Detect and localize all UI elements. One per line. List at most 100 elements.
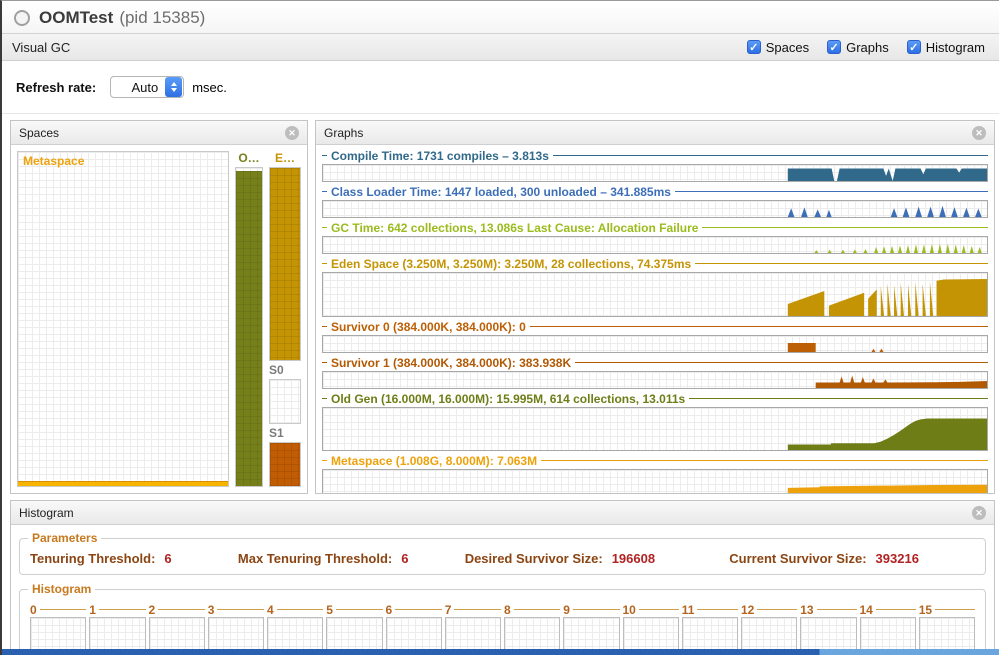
survivor-0-title: Survivor 0 (384.000K, 384.000K): 0 xyxy=(322,320,988,333)
graphs-panel-header: Graphs ✕ xyxy=(316,121,994,145)
graphs-panel: Graphs ✕ Compile Time: 1731 compiles – 3… xyxy=(315,120,995,494)
bin-label: 11 xyxy=(682,603,695,617)
survivor-0-chart xyxy=(322,335,988,353)
border-line xyxy=(876,609,916,610)
bin-label: 13 xyxy=(800,603,813,617)
metaspace-title: Metaspace (1.008G, 8.000M): 7.063M xyxy=(322,454,988,467)
graphs-close-icon[interactable]: ✕ xyxy=(972,126,986,140)
border-line xyxy=(702,227,988,228)
histogram-bin-4: 4 xyxy=(267,602,323,655)
eden-space-fill xyxy=(270,168,300,360)
metaspace-space-label: Metaspace xyxy=(23,154,84,168)
metaspace-block: Metaspace (1.008G, 8.000M): 7.063M xyxy=(322,454,988,493)
bin-title: 11 xyxy=(682,602,738,617)
parameter-current-survivor-size: Current Survivor Size:393216 xyxy=(729,551,919,566)
s1-space-label: S1 xyxy=(269,426,301,440)
toggle-graphs[interactable]: ✓Graphs xyxy=(827,40,889,55)
checkbox-icon[interactable]: ✓ xyxy=(907,40,921,54)
compile-time-title: Compile Time: 1731 compiles – 3.813s xyxy=(322,149,988,162)
parameter-label: Tenuring Threshold: xyxy=(30,551,155,566)
border-line xyxy=(675,191,988,192)
histogram-panel-header: Histogram ✕ xyxy=(11,501,994,525)
bin-label: 12 xyxy=(741,603,754,617)
gc-time-title: GC Time: 642 collections, 13.086s Last C… xyxy=(322,221,988,234)
bin-label: 3 xyxy=(208,603,215,617)
histogram-bin-13: 13 xyxy=(800,602,856,655)
eden-survivor-column: E… S0 S1 xyxy=(269,151,301,487)
checkbox-icon[interactable]: ✓ xyxy=(747,40,761,54)
bin-title: 1 xyxy=(89,602,145,617)
eden-space-title: Eden Space (3.250M, 3.250M): 3.250M, 28 … xyxy=(322,257,988,270)
bin-label: 7 xyxy=(445,603,452,617)
refresh-rate-select[interactable]: Auto xyxy=(110,76,184,98)
histogram-bin-6: 6 xyxy=(386,602,442,655)
compile-time-block: Compile Time: 1731 compiles – 3.813s xyxy=(322,149,988,182)
bottom-edge-bar xyxy=(2,649,999,655)
border-line xyxy=(322,155,327,156)
bin-title: 7 xyxy=(445,602,501,617)
checkbox-icon[interactable]: ✓ xyxy=(827,40,841,54)
bin-title: 9 xyxy=(563,602,619,617)
parameter-value: 6 xyxy=(164,551,171,566)
parameter-value: 393216 xyxy=(876,551,919,566)
class-loader-time-chart xyxy=(322,200,988,218)
spaces-close-icon[interactable]: ✕ xyxy=(285,126,299,140)
histogram-panel-title: Histogram xyxy=(19,506,74,520)
border-line xyxy=(575,362,988,363)
window-title: OOMTest xyxy=(39,8,113,28)
histogram-close-icon[interactable]: ✕ xyxy=(972,506,986,520)
parameter-label: Desired Survivor Size: xyxy=(465,551,603,566)
parameter-tenuring-threshold: Tenuring Threshold: 6 xyxy=(30,551,238,566)
histogram-bin-7: 7 xyxy=(445,602,501,655)
graphs-list: Compile Time: 1731 compiles – 3.813s Clas… xyxy=(316,145,994,493)
histogram-bins: 0123456789101112131415 xyxy=(30,602,975,655)
survivor-1-label: Survivor 1 (384.000K, 384.000K): 383.938… xyxy=(331,356,571,370)
border-line xyxy=(454,609,501,610)
old-gen-space xyxy=(235,167,263,487)
histogram-bin-1: 1 xyxy=(89,602,145,655)
survivor1-space xyxy=(269,442,301,487)
toggle-spaces[interactable]: ✓ Spaces xyxy=(747,40,809,55)
visual-gc-tab-label: Visual GC xyxy=(12,40,70,55)
toggle-label: Histogram xyxy=(926,40,985,55)
metaspace-chart xyxy=(322,469,988,493)
border-line xyxy=(322,362,327,363)
gc-time-label: GC Time: 642 collections, 13.086s Last C… xyxy=(331,221,698,235)
toggle-label: Spaces xyxy=(766,40,809,55)
parameter-value: 196608 xyxy=(612,551,655,566)
bin-title: 3 xyxy=(208,602,264,617)
survivor-1-title: Survivor 1 (384.000K, 384.000K): 383.938… xyxy=(322,356,988,369)
border-line xyxy=(639,609,679,610)
histogram-bin-8: 8 xyxy=(504,602,560,655)
survivor-0-label: Survivor 0 (384.000K, 384.000K): 0 xyxy=(331,320,526,334)
border-line xyxy=(817,609,857,610)
parameters-title: Parameters xyxy=(28,531,101,545)
s0-space-label: S0 xyxy=(269,363,301,377)
bin-label: 5 xyxy=(326,603,333,617)
refresh-rate-label: Refresh rate: xyxy=(16,80,96,95)
eden-space-label: Eden Space (3.250M, 3.250M): 3.250M, 28 … xyxy=(331,257,691,271)
bin-label: 0 xyxy=(30,603,37,617)
parameter-value: 6 xyxy=(401,551,408,566)
survivor-1-block: Survivor 1 (384.000K, 384.000K): 383.938… xyxy=(322,356,988,389)
bin-label: 15 xyxy=(919,603,932,617)
class-loader-time-title: Class Loader Time: 1447 loaded, 300 unlo… xyxy=(322,185,988,198)
bin-label: 4 xyxy=(267,603,274,617)
bin-title: 5 xyxy=(326,602,382,617)
border-line xyxy=(514,609,561,610)
stepper-icon[interactable] xyxy=(165,77,182,97)
survivor0-space xyxy=(269,379,301,424)
parameter-desired-survivor-size: Desired Survivor Size: 196608 xyxy=(465,551,730,566)
histogram-bin-15: 15 xyxy=(919,602,975,655)
toggle-histogram[interactable]: ✓ Histogram xyxy=(907,40,985,55)
view-toggles: ✓Spaces✓Graphs✓Histogram xyxy=(747,40,989,55)
survivor-1-chart xyxy=(322,371,988,389)
bin-label: 2 xyxy=(149,603,156,617)
border-line xyxy=(553,155,988,156)
gc-time-block: GC Time: 642 collections, 13.086s Last C… xyxy=(322,221,988,254)
parameter-max-tenuring-threshold: Max Tenuring Threshold:6 xyxy=(238,551,465,566)
parameters-fieldset: Parameters Tenuring Threshold:6Max Tenur… xyxy=(19,538,986,575)
bin-title: 4 xyxy=(267,602,323,617)
bin-title: 10 xyxy=(623,602,679,617)
border-line xyxy=(158,609,205,610)
